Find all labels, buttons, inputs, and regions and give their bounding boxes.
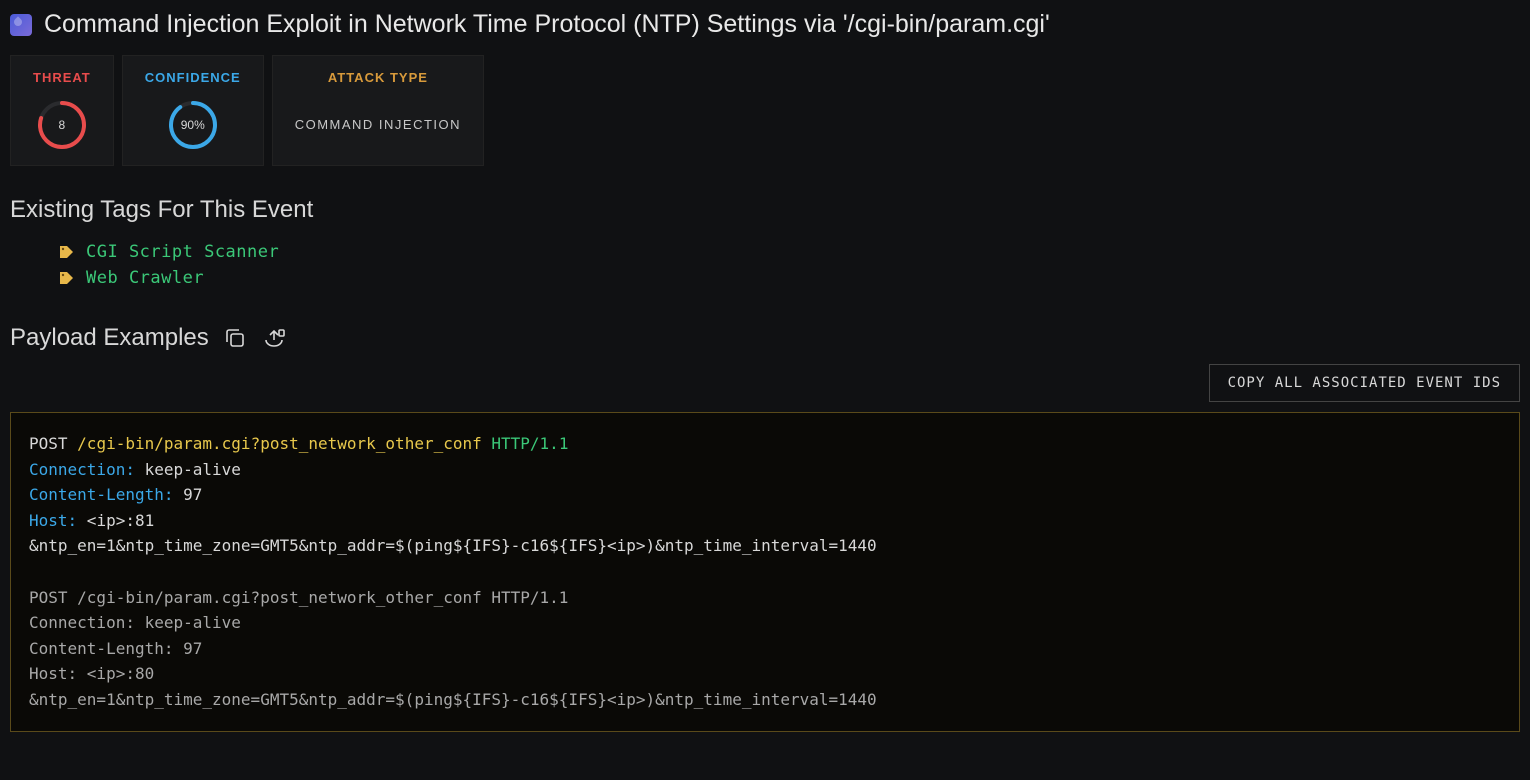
- tag-item[interactable]: Web Crawler: [58, 268, 1520, 288]
- page-title: Command Injection Exploit in Network Tim…: [44, 10, 1050, 39]
- copy-icon[interactable]: [223, 326, 247, 350]
- confidence-card: CONFIDENCE 90%: [122, 55, 264, 166]
- tag-icon: [58, 244, 74, 260]
- payload-heading: Payload Examples: [10, 324, 209, 352]
- copy-all-ids-button[interactable]: COPY ALL ASSOCIATED EVENT IDS: [1209, 364, 1520, 402]
- threat-value: 8: [59, 118, 66, 132]
- page-header: Command Injection Exploit in Network Tim…: [10, 10, 1520, 39]
- payload-code-block: POST /cgi-bin/param.cgi?post_network_oth…: [10, 412, 1520, 732]
- payload-header: Payload Examples: [10, 324, 1520, 352]
- tag-icon: [58, 270, 74, 286]
- attack-type-value: COMMAND INJECTION: [295, 117, 461, 132]
- tag-item[interactable]: CGI Script Scanner: [58, 242, 1520, 262]
- export-icon[interactable]: [261, 326, 285, 350]
- copy-row: COPY ALL ASSOCIATED EVENT IDS: [10, 364, 1520, 402]
- tag-label: CGI Script Scanner: [86, 242, 279, 262]
- confidence-label: CONFIDENCE: [145, 70, 241, 85]
- attack-type-card: ATTACK TYPE COMMAND INJECTION: [272, 55, 484, 166]
- tags-heading: Existing Tags For This Event: [10, 196, 1520, 224]
- threat-ring: 8: [36, 99, 88, 151]
- threat-card: THREAT 8: [10, 55, 114, 166]
- threat-label: THREAT: [33, 70, 91, 85]
- attack-type-label: ATTACK TYPE: [328, 70, 428, 85]
- summary-cards: THREAT 8 CONFIDENCE 90% ATTACK TYPE COMM…: [10, 55, 1520, 166]
- confidence-ring: 90%: [167, 99, 219, 151]
- tag-label: Web Crawler: [86, 268, 204, 288]
- app-icon: [10, 14, 32, 36]
- tags-list: CGI Script Scanner Web Crawler: [58, 242, 1520, 288]
- confidence-value: 90%: [181, 118, 205, 132]
